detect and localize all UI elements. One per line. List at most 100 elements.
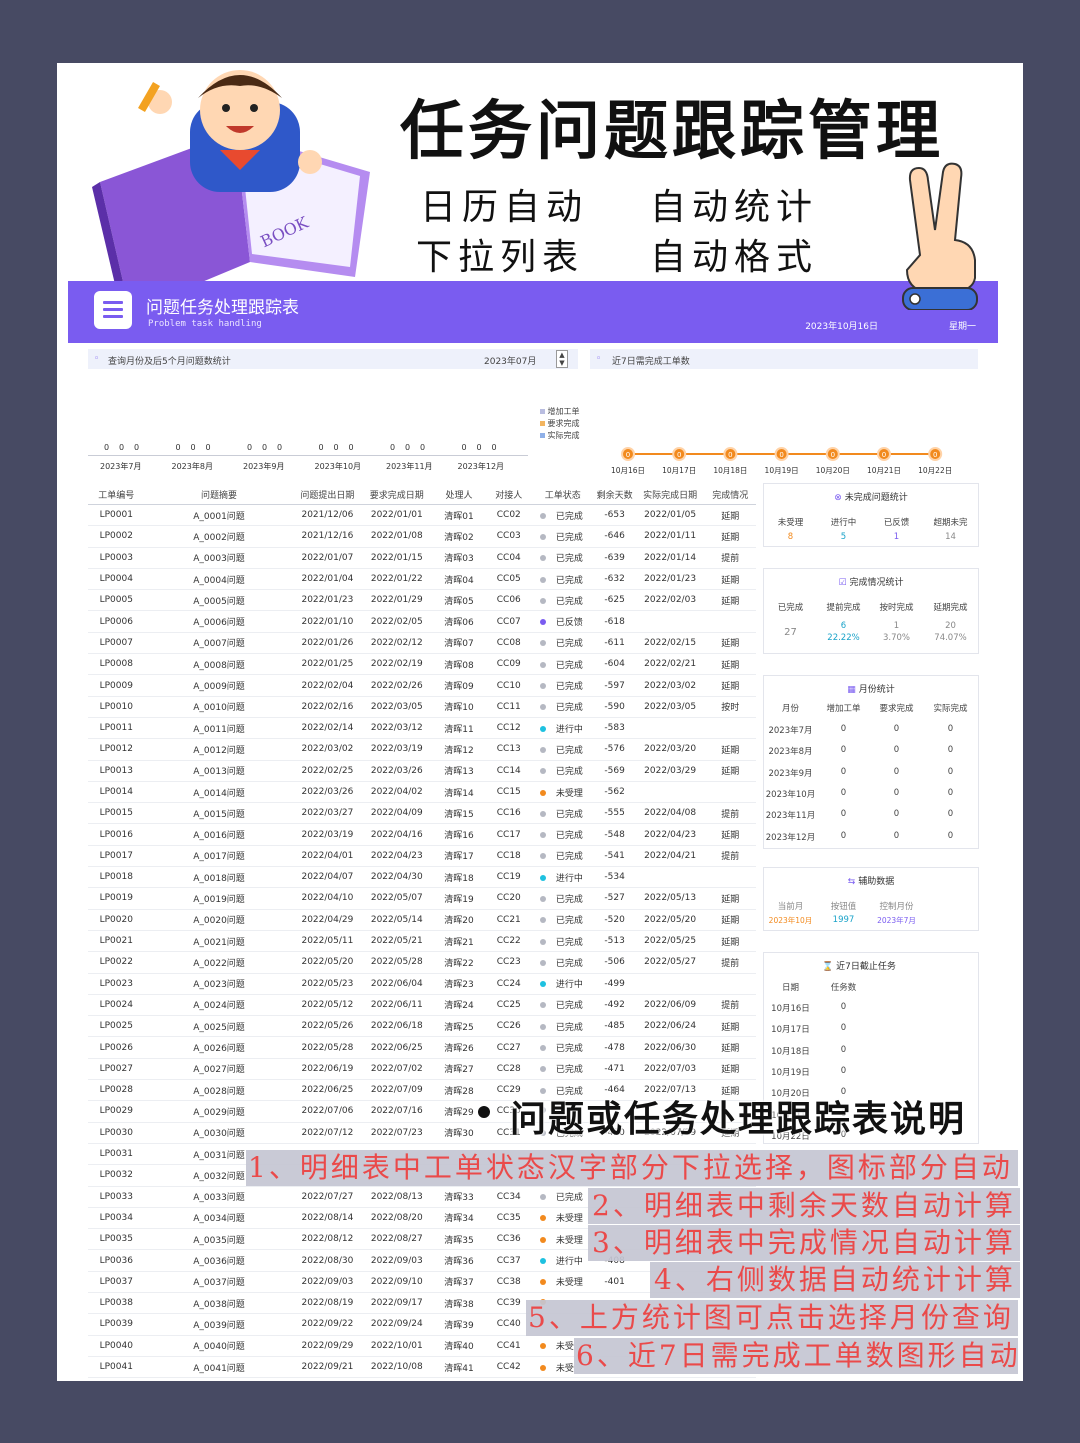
table-row[interactable]: LP0023 A_0023问题 2022/05/23 2022/06/04 清晖23 CC… — [88, 973, 756, 995]
actual-done-date: 2022/06/24 — [635, 1015, 705, 1038]
status-cell[interactable]: 已完成 — [531, 1036, 594, 1059]
month-bar-value: 0 — [491, 443, 497, 452]
status-cell[interactable]: 已完成 — [531, 887, 594, 910]
status-cell[interactable]: 已完成 — [531, 1058, 594, 1081]
month-bar-value: 0 — [104, 443, 110, 452]
status-cell[interactable]: 未受理 — [531, 781, 594, 804]
table-row[interactable]: LP0021 A_0021问题 2022/05/11 2022/05/21 清晖21 CC… — [88, 930, 756, 953]
table-row[interactable]: LP0020 A_0020问题 2022/04/29 2022/05/14 清晖20 CC… — [88, 909, 756, 931]
table-row[interactable]: LP0015 A_0015问题 2022/03/27 2022/04/09 清晖15 CC… — [88, 802, 756, 825]
table-row[interactable]: LP0016 A_0016问题 2022/03/19 2022/04/16 清晖16 CC… — [88, 823, 756, 846]
actual-done-date: 2022/01/14 — [635, 547, 705, 569]
monthly-header: 月份 — [781, 704, 799, 714]
handler: 清晖23 — [432, 973, 486, 995]
table-row[interactable]: LP0011 A_0011问题 2022/02/14 2022/03/12 清晖11 CC… — [88, 717, 756, 740]
status-cell[interactable]: 未受理 — [531, 1271, 594, 1293]
month-chart[interactable]: 0 0 0 2023年7月 0 0 0 2023年8月 0 0 0 2023年9月 0 0 0 2023年10… — [88, 400, 528, 480]
status-cell[interactable]: 已完成 — [531, 525, 594, 548]
status-cell[interactable]: 未受理 — [531, 1228, 594, 1251]
status-dot-icon — [539, 683, 546, 690]
due-date: 2022/01/08 — [361, 525, 433, 548]
table-row[interactable]: LP0025 A_0025问题 2022/05/26 2022/06/18 清晖25 CC… — [88, 1015, 756, 1038]
due7-date: 10月17日 — [771, 1025, 810, 1036]
completion-status — [704, 781, 756, 804]
remaining-days: -513 — [593, 930, 636, 953]
table-row[interactable]: LP0019 A_0019问题 2022/04/10 2022/05/07 清晖19 CC… — [88, 887, 756, 910]
completion-status: 延期 — [704, 525, 756, 548]
table-row[interactable]: LP0018 A_0018问题 2022/04/07 2022/04/30 清晖18 CC… — [88, 866, 756, 889]
unfinished-label: 未受理 — [777, 518, 804, 528]
completion-status: 延期 — [704, 1015, 756, 1038]
ticket-id: LP0007 — [88, 632, 145, 655]
status-cell[interactable]: 已完成 — [531, 930, 594, 953]
status-cell[interactable]: 已完成 — [531, 994, 594, 1017]
feature-format: 自动格式 — [650, 237, 819, 278]
completion-status: 延期 — [704, 1036, 756, 1059]
unfinished-value: 5 — [840, 532, 847, 542]
month-tick-label[interactable]: 2023年8月 — [172, 461, 213, 472]
status-cell[interactable]: 已完成 — [531, 802, 594, 825]
table-row[interactable]: LP0009 A_0009问题 2022/02/04 2022/02/26 清晖09 CC… — [88, 674, 756, 697]
status-cell[interactable]: 已完成 — [531, 653, 594, 676]
status-cell[interactable]: 已完成 — [531, 504, 594, 527]
table-row[interactable]: LP0006 A_0006问题 2022/01/10 2022/02/05 清晖06 CC… — [88, 610, 756, 633]
status-cell[interactable]: 进行中 — [531, 1249, 594, 1272]
status-cell[interactable]: 进行中 — [531, 866, 594, 889]
status-cell[interactable]: 已完成 — [531, 823, 594, 846]
table-row[interactable]: LP0003 A_0003问题 2022/01/07 2022/01/15 清晖03 CC… — [88, 547, 756, 569]
status-cell[interactable]: 进行中 — [531, 973, 594, 995]
table-row[interactable]: LP0001 A_0001问题 2021/12/06 2022/01/01 清晖01 CC… — [88, 504, 756, 527]
month-tick-label[interactable]: 2023年9月 — [243, 461, 284, 472]
table-row[interactable]: LP0002 A_0002问题 2021/12/16 2022/01/08 清晖02 CC… — [88, 525, 756, 548]
status-cell[interactable]: 已完成 — [531, 951, 594, 974]
status-cell[interactable]: 已完成 — [531, 1186, 594, 1208]
remaining-days: -527 — [593, 887, 636, 910]
raised-date: 2022/02/04 — [293, 674, 362, 697]
month-tick-label[interactable]: 2023年10月 — [315, 461, 362, 472]
status-cell[interactable]: 已完成 — [531, 568, 594, 591]
status-cell[interactable]: 未受理 — [531, 1207, 594, 1230]
month-tick-label[interactable]: 2023年12月 — [458, 461, 505, 472]
status-cell[interactable]: 已完成 — [531, 632, 594, 655]
status-cell[interactable]: 已完成 — [531, 696, 594, 718]
status-cell[interactable]: 已完成 — [531, 760, 594, 782]
month-tick-label[interactable]: 2023年11月 — [386, 461, 433, 472]
table-row[interactable]: LP0017 A_0017问题 2022/04/01 2022/04/23 清晖17 CC… — [88, 845, 756, 868]
table-row[interactable]: LP0012 A_0012问题 2022/03/02 2022/03/19 清晖12 CC… — [88, 738, 756, 761]
monthly-value: 0 — [840, 724, 847, 734]
status-cell[interactable]: 已完成 — [531, 738, 594, 761]
table-row[interactable]: LP0027 A_0027问题 2022/06/19 2022/07/02 清晖27 CC… — [88, 1058, 756, 1081]
table-row[interactable]: LP0010 A_0010问题 2022/02/16 2022/03/05 清晖10 CC… — [88, 696, 756, 718]
table-row[interactable]: LP0024 A_0024问题 2022/05/12 2022/06/11 清晖24 CC… — [88, 994, 756, 1017]
month-tick-label[interactable]: 2023年7月 — [100, 461, 141, 472]
contact: CC07 — [485, 610, 532, 633]
completion-status: 延期 — [704, 674, 756, 697]
due7-date: 10月16日 — [771, 1004, 810, 1014]
status-cell[interactable]: 已反馈 — [531, 610, 594, 633]
status-cell[interactable]: 进行中 — [531, 717, 594, 740]
table-row[interactable]: LP0004 A_0004问题 2022/01/04 2022/01/22 清晖04 CC… — [88, 568, 756, 591]
table-row[interactable]: LP0013 A_0013问题 2022/02/25 2022/03/26 清晖13 CC… — [88, 760, 756, 782]
status-cell[interactable]: 已完成 — [531, 845, 594, 868]
note-1: 1、明细表中工单状态汉字部分下拉选择，图标部分自动 — [246, 1150, 1018, 1186]
table-row[interactable]: LP0008 A_0008问题 2022/01/25 2022/02/19 清晖08 CC… — [88, 653, 756, 676]
status-cell[interactable]: 已完成 — [531, 674, 594, 697]
table-row[interactable]: LP0022 A_0022问题 2022/05/20 2022/05/28 清晖22 CC… — [88, 951, 756, 974]
status-cell[interactable]: 已完成 — [531, 589, 594, 612]
monthly-value: 0 — [893, 787, 900, 798]
table-row[interactable]: LP0014 A_0014问题 2022/03/26 2022/04/02 清晖14 CC… — [88, 781, 756, 804]
due-date: 2022/09/03 — [361, 1249, 433, 1272]
table-row[interactable]: LP0007 A_0007问题 2022/01/26 2022/02/12 清晖07 CC… — [88, 632, 756, 655]
issue-summary: A_0027问题 — [144, 1058, 294, 1081]
status-cell[interactable]: 已完成 — [531, 547, 594, 569]
handler: 清晖05 — [432, 589, 486, 612]
month-select-value[interactable]: 2023年07月 — [484, 354, 536, 367]
unfinished-title: 未完成问题统计 — [844, 493, 908, 503]
month-spinner-button[interactable]: ▲ ▼ — [556, 350, 568, 368]
issue-summary: A_0038问题 — [144, 1292, 294, 1315]
status-cell[interactable]: 已完成 — [531, 909, 594, 931]
actual-done-date: 2022/07/03 — [635, 1058, 705, 1081]
status-cell[interactable]: 已完成 — [531, 1015, 594, 1038]
table-row[interactable]: LP0026 A_0026问题 2022/05/28 2022/06/25 清晖26 CC… — [88, 1036, 756, 1059]
table-row[interactable]: LP0005 A_0005问题 2022/01/23 2022/01/29 清晖05 CC… — [88, 589, 756, 612]
